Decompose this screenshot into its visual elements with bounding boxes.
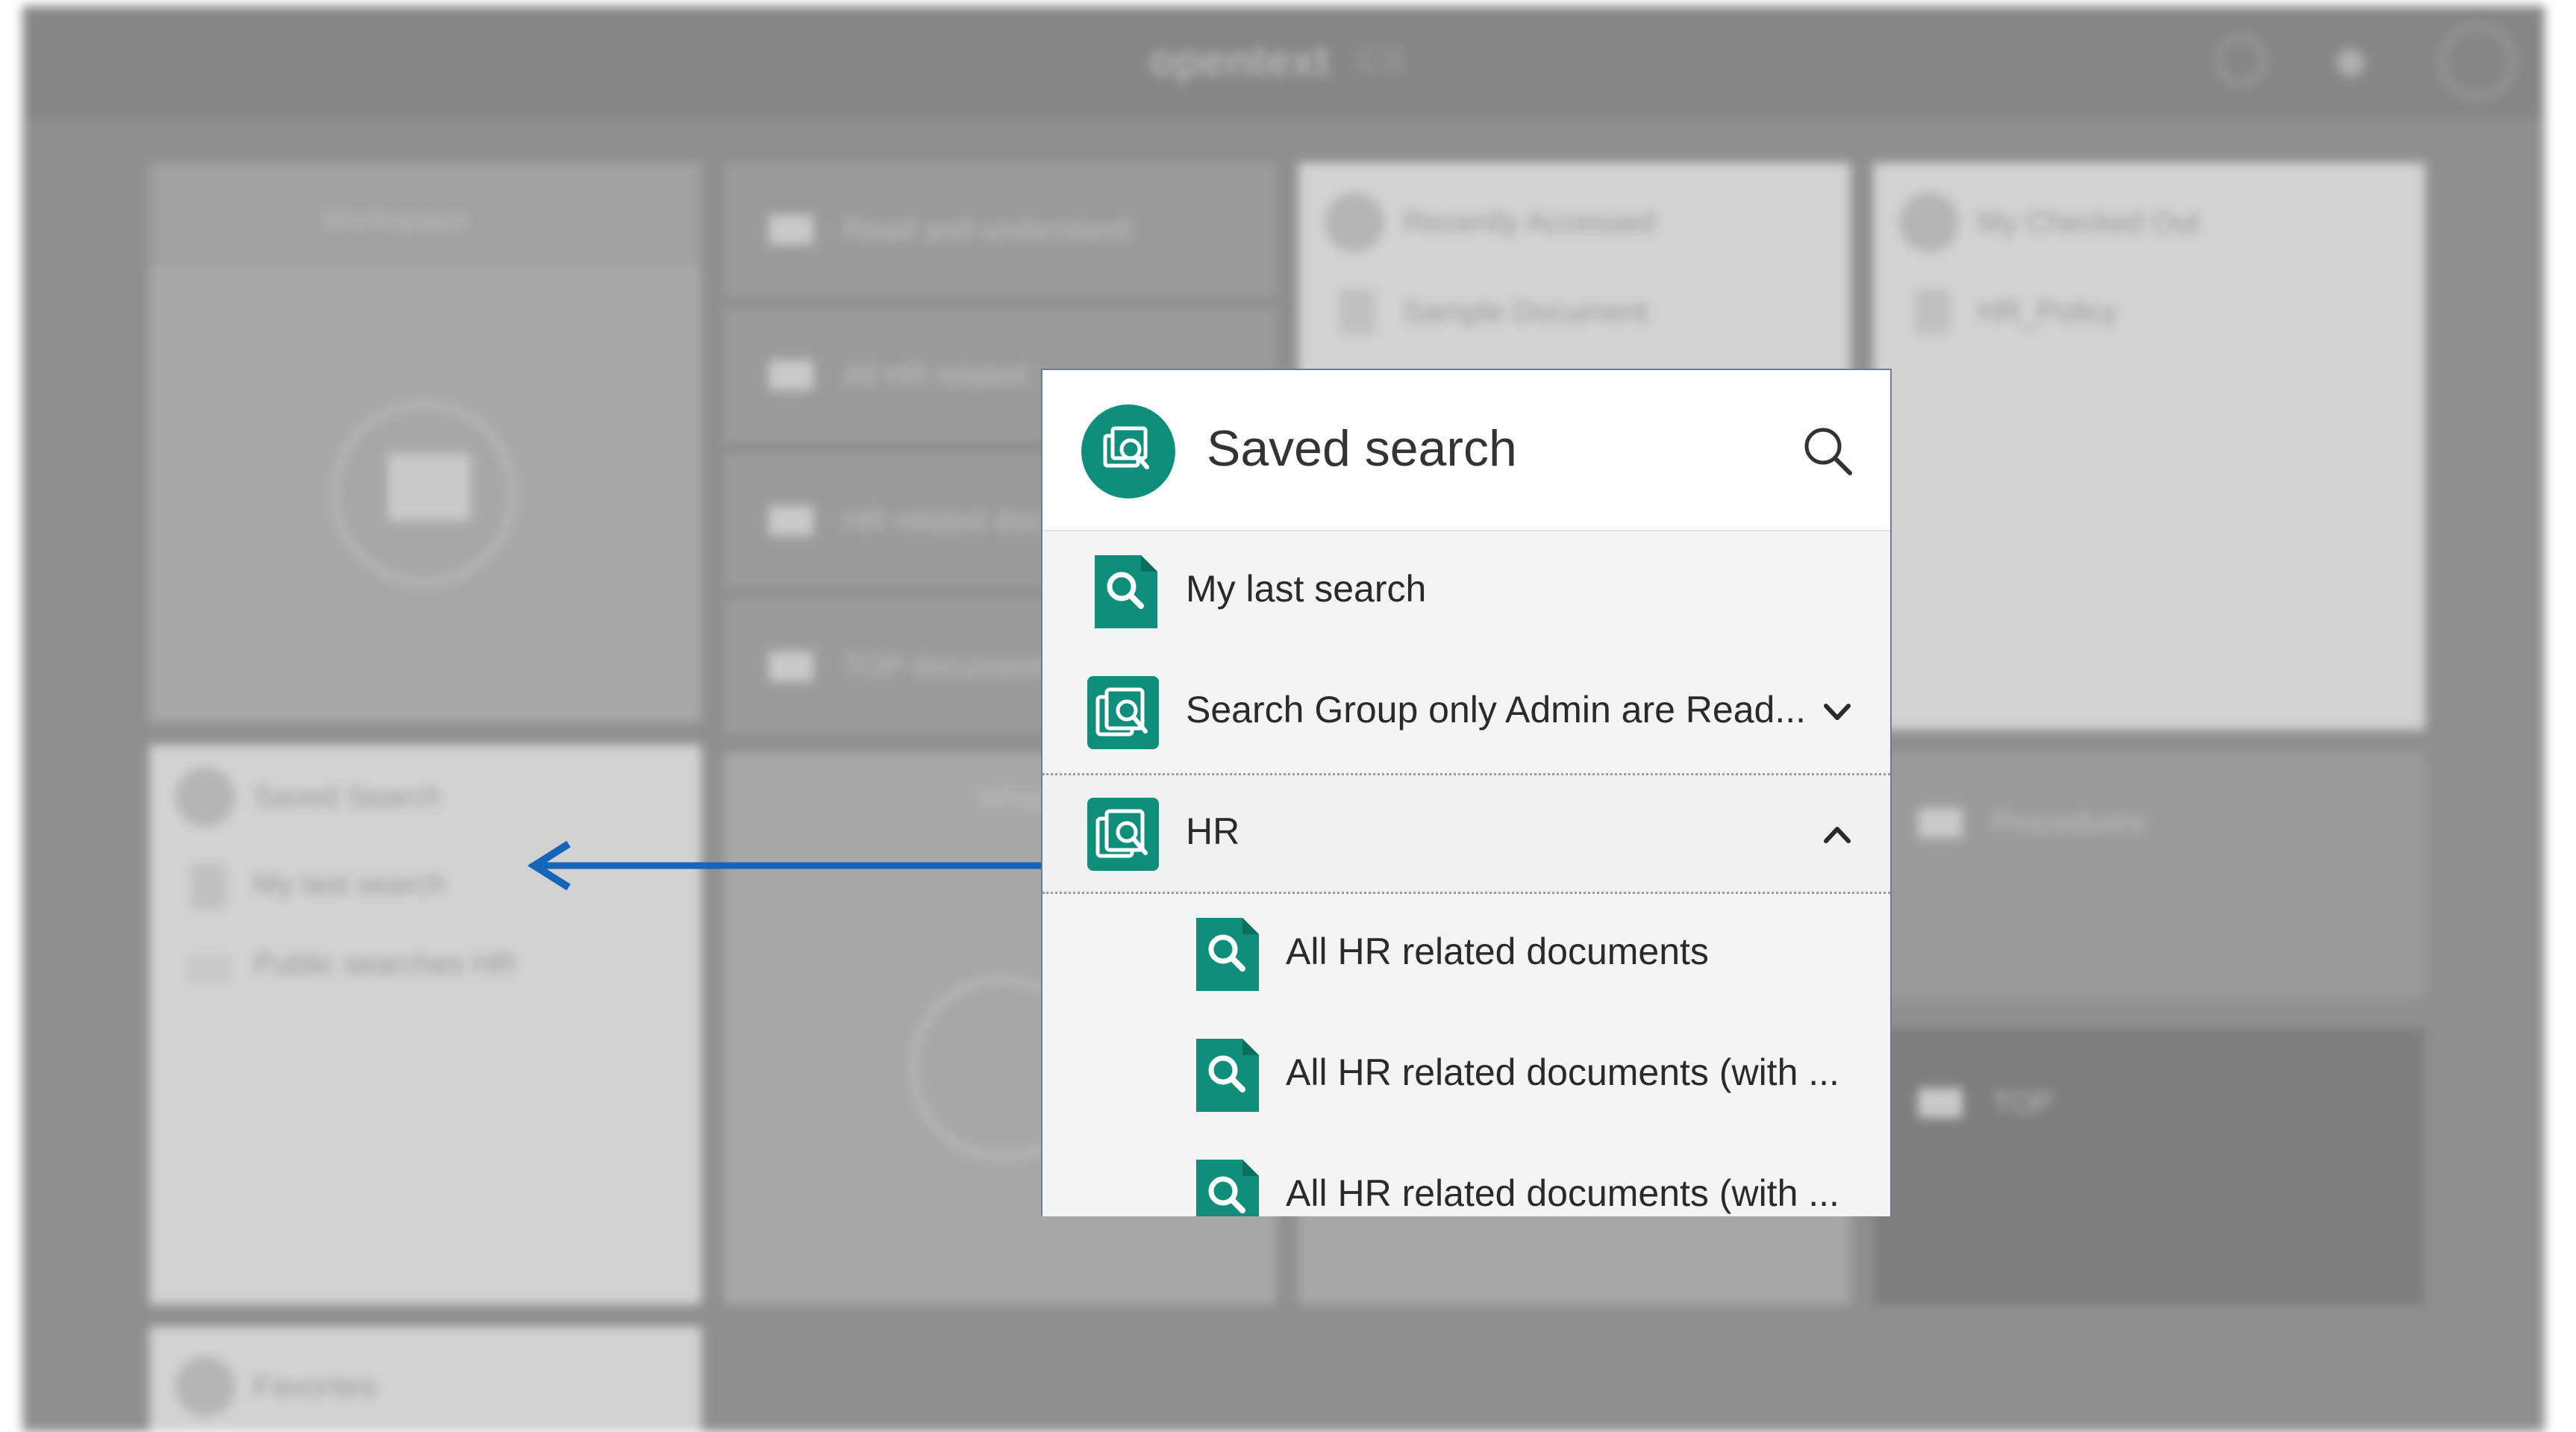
panel-header: Saved search (1042, 370, 1890, 531)
document-icon (1339, 290, 1375, 334)
list-item-my-last-search[interactable]: My last search (1042, 531, 1890, 652)
top-tile[interactable]: TOP (1873, 1028, 2425, 1304)
folder-icon (1918, 808, 1963, 838)
search-icon[interactable] (2216, 36, 2266, 85)
brand-suffix: CS (1358, 42, 1404, 78)
folder-icon (769, 506, 813, 536)
tile-title: My Checked Out (1978, 206, 2200, 239)
favorites-tile[interactable]: Favorites (149, 1327, 701, 1432)
tile-title: Saved Search (254, 781, 442, 813)
folder-label: HR related docs (843, 504, 1057, 537)
tile-title: What (978, 782, 1048, 815)
panel-title: Saved search (1207, 420, 1517, 477)
tile-avatar (175, 1357, 235, 1416)
annotation-arrow (527, 840, 1043, 891)
list-item-hr-child[interactable]: All HR related documents (1042, 894, 1890, 1015)
list-item-label: All HR related documents (with ... (1286, 1051, 1839, 1093)
folder-icon (769, 215, 813, 245)
user-avatar[interactable] (2440, 24, 2515, 99)
list-item: Sample Document (1403, 296, 1649, 328)
saved-search-panel: Saved search My last search Search Group… (1041, 369, 1892, 1216)
top-bar: opentext CS (22, 6, 2545, 118)
folder-label: TOP documents (843, 650, 1058, 683)
folder-icon (388, 454, 470, 521)
saved-search-group-icon (1081, 404, 1175, 498)
list-item-label: Search Group only Admin are Read... (1186, 689, 1807, 731)
saved-search-document-icon (1095, 555, 1157, 628)
list-item-label: All HR related documents (1286, 931, 1709, 972)
list-item-hr[interactable]: HR (1042, 773, 1890, 894)
document-icon (1914, 290, 1950, 334)
tile-title: Favorites (254, 1370, 377, 1403)
checked-out-tile[interactable]: My Checked Out HR_Policy (1873, 163, 2425, 730)
notification-icon[interactable] (2336, 48, 2366, 78)
list-item-label: All HR related documents (with ... (1286, 1172, 1839, 1214)
procedures-tile[interactable]: Procedures (1873, 752, 2425, 998)
folder-icon (187, 954, 231, 984)
saved-search-tile[interactable]: Saved Search My last search Public searc… (149, 745, 701, 1304)
tile-avatar (1325, 193, 1384, 252)
folder-label: Read and understand (843, 213, 1131, 246)
tile-title: Recently Accessed (1403, 206, 1655, 239)
chevron-down-icon[interactable] (1819, 694, 1856, 731)
folder-icon (769, 360, 813, 390)
list-item: HR_Policy (1978, 296, 2117, 328)
list-item-hr-child[interactable]: All HR related documents (with ... (1042, 1136, 1890, 1216)
search-icon[interactable] (1798, 421, 1857, 481)
tile-avatar (1899, 193, 1959, 252)
folder-tile[interactable]: Read and understand (724, 163, 1276, 297)
list-item-label: HR (1186, 810, 1240, 852)
saved-search-group-icon (1087, 676, 1159, 749)
tile-avatar (175, 767, 235, 827)
tile-header: Workspace (149, 163, 701, 267)
tile-title: TOP (1992, 1086, 2054, 1119)
folder-label: All HR related (843, 359, 1028, 392)
list-item-search-group-admin[interactable]: Search Group only Admin are Read... (1042, 652, 1890, 773)
list-item: Public searches HR (254, 948, 516, 981)
workspace-tile[interactable]: Workspace (149, 163, 701, 722)
chevron-up-icon[interactable] (1819, 816, 1856, 853)
saved-search-document-icon (1196, 1160, 1259, 1216)
folder-icon (1918, 1088, 1963, 1118)
document-icon (190, 864, 226, 909)
saved-search-document-icon (1196, 918, 1259, 991)
list-item: My last search (254, 868, 446, 901)
saved-search-document-icon (1196, 1039, 1259, 1112)
saved-search-group-icon (1087, 798, 1159, 871)
list-item-label: My last search (1186, 568, 1427, 610)
list-item-hr-child[interactable]: All HR related documents (with ... (1042, 1015, 1890, 1136)
tile-title: Procedures (1992, 806, 2145, 839)
tile-title: Workspace (321, 204, 470, 237)
brand-logo: opentext (1149, 37, 1330, 85)
folder-icon (769, 651, 813, 681)
